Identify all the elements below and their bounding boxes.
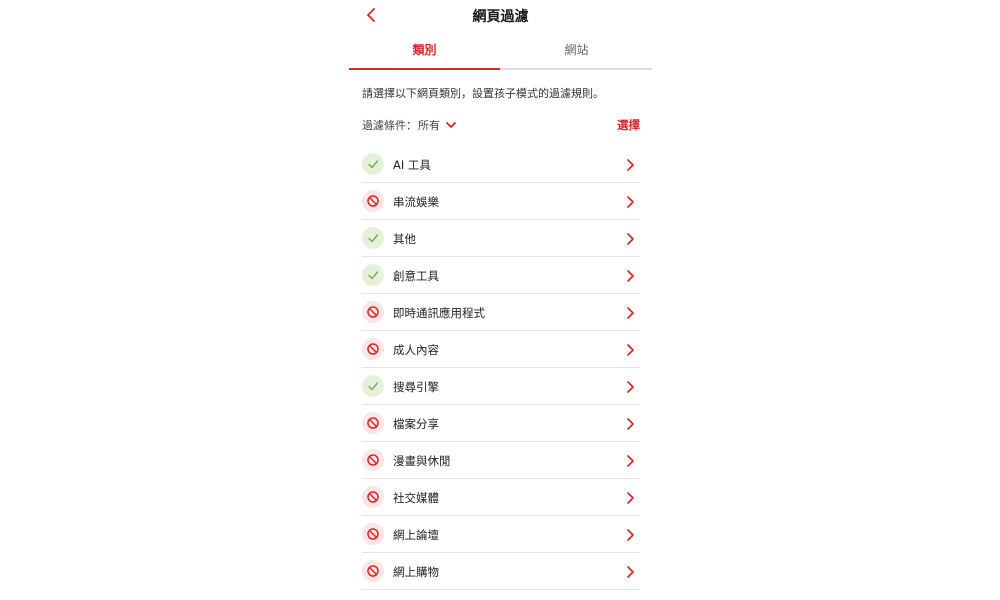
category-row[interactable]: 檔案分享 [362, 405, 640, 442]
category-row[interactable]: 網上論壇 [362, 516, 640, 553]
category-row[interactable]: 即時通訊應用程式 [362, 294, 640, 331]
block-icon [367, 195, 379, 207]
blocked-status-badge [362, 560, 384, 582]
category-list: AI 工具串流娛樂其他創意工具即時通訊應用程式 成人內容搜尋引擎檔案分享漫畫與休閒… [362, 146, 640, 590]
tab-label: 類別 [412, 43, 437, 57]
check-icon [368, 271, 379, 280]
category-row[interactable]: 漫畫與休閒 [362, 442, 640, 479]
header: 網頁過濾 [349, 0, 652, 32]
category-label: 網上購物 [393, 565, 439, 579]
category-label: 搜尋引擎 [393, 380, 439, 394]
check-icon [368, 160, 379, 169]
filter-row: 過濾條件： 所有 選擇 [362, 117, 640, 135]
block-icon [367, 306, 379, 318]
category-label: 其他 [393, 232, 416, 246]
blocked-status-badge [362, 338, 384, 360]
block-icon [367, 491, 379, 503]
description-text: 請選擇以下網頁類別，設置孩子模式的過濾規則。 [362, 87, 604, 100]
chevron-right-icon [624, 268, 636, 282]
tab-bar: 類別 網站 [349, 36, 652, 70]
blocked-status-badge [362, 190, 384, 212]
allowed-status-badge [362, 153, 384, 175]
category-label: 即時通訊應用程式 [393, 306, 485, 320]
allowed-status-badge [362, 227, 384, 249]
allowed-status-badge [362, 375, 384, 397]
category-row[interactable]: 創意工具 [362, 257, 640, 294]
blocked-status-badge [362, 523, 384, 545]
allowed-status-badge [362, 264, 384, 286]
blocked-status-badge [362, 301, 384, 323]
category-row[interactable]: 串流娛樂 [362, 183, 640, 220]
category-row[interactable]: 社交媒體 [362, 479, 640, 516]
chevron-right-icon [624, 490, 636, 504]
filter-label: 過濾條件： [362, 119, 417, 132]
chevron-down-icon [446, 122, 456, 128]
block-icon [367, 565, 379, 577]
chevron-right-icon [624, 416, 636, 430]
chevron-right-icon [624, 527, 636, 541]
tab-categories[interactable]: 類別 [349, 36, 500, 70]
category-row[interactable]: AI 工具 [362, 146, 640, 183]
category-label: AI 工具 [393, 158, 431, 172]
chevron-right-icon [624, 453, 636, 467]
web-filter-screen: 網頁過濾 類別 網站 請選擇以下網頁類別，設置孩子模式的過濾規則。 過濾條件： … [349, 0, 652, 600]
check-icon [368, 234, 379, 243]
chevron-right-icon [624, 305, 636, 319]
category-label: 網上論壇 [393, 528, 439, 542]
tab-label: 網站 [564, 43, 589, 57]
chevron-right-icon [624, 231, 636, 245]
check-icon [368, 382, 379, 391]
category-label: 檔案分享 [393, 417, 439, 431]
category-row[interactable]: 成人內容 [362, 331, 640, 368]
tab-websites[interactable]: 網站 [501, 36, 652, 68]
block-icon [367, 417, 379, 429]
chevron-right-icon [624, 379, 636, 393]
block-icon [367, 528, 379, 540]
category-label: 社交媒體 [393, 491, 439, 505]
filter-value[interactable]: 所有 [418, 117, 440, 133]
chevron-right-icon [624, 194, 636, 208]
select-button[interactable]: 選擇 [617, 117, 640, 133]
category-label: 成人內容 [393, 343, 439, 357]
category-label: 漫畫與休閒 [393, 454, 451, 468]
category-row[interactable]: 搜尋引擎 [362, 368, 640, 405]
blocked-status-badge [362, 486, 384, 508]
blocked-status-badge [362, 412, 384, 434]
chevron-right-icon [624, 564, 636, 578]
block-icon [367, 343, 379, 355]
blocked-status-badge [362, 449, 384, 471]
category-label: 創意工具 [393, 269, 439, 283]
category-row[interactable]: 其他 [362, 220, 640, 257]
chevron-right-icon [624, 157, 636, 171]
category-label: 串流娛樂 [393, 195, 439, 209]
active-tab-indicator [349, 68, 500, 70]
page-title: 網頁過濾 [472, 9, 529, 25]
chevron-right-icon [624, 342, 636, 356]
filter-dropdown-button[interactable] [444, 118, 458, 132]
category-row[interactable]: 網上購物 [362, 553, 640, 590]
block-icon [367, 454, 379, 466]
